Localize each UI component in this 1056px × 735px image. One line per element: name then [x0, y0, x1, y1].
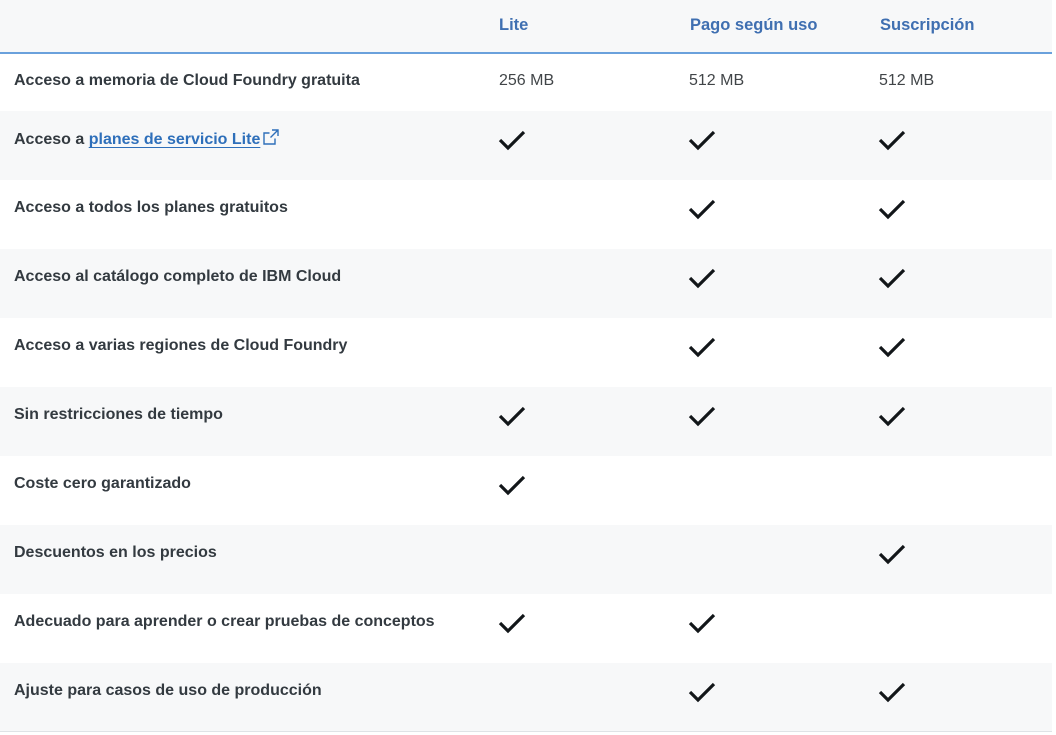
row-label: Acceso a todos los planes gratuitos: [14, 199, 288, 216]
checkmark-icon: [878, 130, 906, 151]
row-label: Sin restricciones de tiempo: [14, 406, 223, 423]
checkmark-icon: [498, 475, 526, 496]
row-label: Ajuste para casos de uso de producción: [14, 682, 322, 699]
table-row: Sin restricciones de tiempo: [0, 387, 1052, 456]
table-row: Acceso a planes de servicio Lite: [0, 111, 1052, 180]
row-label: Acceso a planes de servicio Lite: [14, 129, 280, 149]
checkmark-icon: [688, 682, 716, 703]
memory-value-lite: 256 MB: [499, 72, 555, 89]
column-header-pago-segun-uso: Pago según uso: [690, 16, 818, 34]
checkmark-icon: [878, 337, 906, 358]
checkmark-icon: [688, 613, 716, 634]
checkmark-icon: [688, 199, 716, 220]
external-link-icon: [263, 129, 280, 145]
table-row: Acceso a todos los planes gratuitos: [0, 180, 1052, 249]
checkmark-icon: [878, 199, 906, 220]
row-label-prefix: Acceso a: [14, 131, 89, 148]
checkmark-icon: [688, 130, 716, 151]
table-header: Lite Pago según uso Suscripción: [0, 0, 1052, 54]
table-row: Acceso a varias regiones de Cloud Foundr…: [0, 318, 1052, 387]
checkmark-icon: [498, 130, 526, 151]
table-row: Acceso a memoria de Cloud Foundry gratui…: [0, 54, 1052, 111]
row-label: Acceso al catálogo completo de IBM Cloud: [14, 268, 342, 285]
checkmark-icon: [498, 613, 526, 634]
table-row: Coste cero garantizado: [0, 456, 1052, 525]
table-row: Ajuste para casos de uso de producción: [0, 663, 1052, 731]
lite-service-plans-link[interactable]: planes de servicio Lite: [88, 129, 280, 148]
checkmark-icon: [878, 268, 906, 289]
row-label: Coste cero garantizado: [14, 475, 191, 492]
row-label: Acceso a memoria de Cloud Foundry gratui…: [14, 72, 360, 89]
checkmark-icon: [688, 337, 716, 358]
column-header-suscripcion: Suscripción: [880, 16, 975, 34]
table-bottom-border: [0, 731, 1052, 732]
checkmark-icon: [878, 682, 906, 703]
checkmark-icon: [878, 406, 906, 427]
plan-comparison-table: Lite Pago según uso Suscripción Acceso a…: [0, 0, 1052, 733]
memory-value-suscripcion: 512 MB: [879, 72, 935, 89]
checkmark-icon: [878, 544, 906, 565]
memory-value-pago: 512 MB: [689, 72, 745, 89]
table-row: Acceso al catálogo completo de IBM Cloud: [0, 249, 1052, 318]
row-label: Acceso a varias regiones de Cloud Foundr…: [14, 337, 348, 354]
table-row: Adecuado para aprender o crear pruebas d…: [0, 594, 1052, 663]
checkmark-icon: [498, 406, 526, 427]
checkmark-icon: [688, 406, 716, 427]
row-label: Descuentos en los precios: [14, 544, 217, 561]
link-text: planes de servicio Lite: [88, 131, 261, 148]
row-label: Adecuado para aprender o crear pruebas d…: [14, 613, 435, 630]
column-header-lite: Lite: [499, 16, 529, 34]
table-row: Descuentos en los precios: [0, 525, 1052, 594]
checkmark-icon: [688, 268, 716, 289]
